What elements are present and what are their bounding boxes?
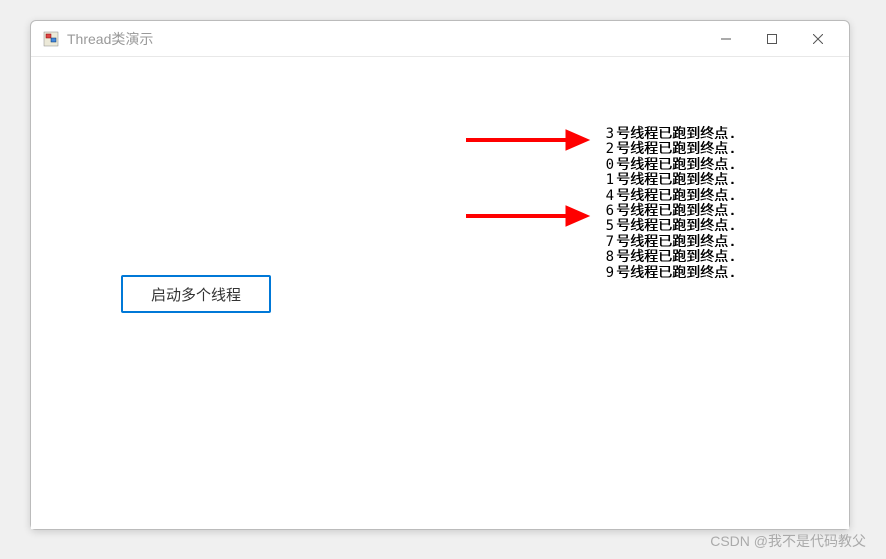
thread-text: 号线程已跑到终点. <box>616 189 736 204</box>
thread-text: 号线程已跑到终点. <box>616 142 736 157</box>
thread-text: 号线程已跑到终点. <box>616 250 736 265</box>
app-icon <box>43 31 59 47</box>
thread-output: 3号线程已跑到终点. 2号线程已跑到终点. 0号线程已跑到终点. 1号线程已跑到… <box>596 127 736 281</box>
app-window: Thread类演示 启动多个线程 3号线程已跑到终点. 2号线程已跑到终点. 0… <box>30 20 850 530</box>
thread-text: 号线程已跑到终点. <box>616 219 736 234</box>
thread-line: 8号线程已跑到终点. <box>596 250 736 265</box>
watermark: CSDN @我不是代码教父 <box>710 531 866 551</box>
thread-num: 9 <box>596 266 614 281</box>
thread-line: 6号线程已跑到终点. <box>596 204 736 219</box>
thread-line: 5号线程已跑到终点. <box>596 219 736 234</box>
thread-line: 4号线程已跑到终点. <box>596 189 736 204</box>
start-threads-button[interactable]: 启动多个线程 <box>121 275 271 313</box>
thread-line: 7号线程已跑到终点. <box>596 235 736 250</box>
titlebar: Thread类演示 <box>31 21 849 57</box>
thread-num: 1 <box>596 173 614 188</box>
thread-text: 号线程已跑到终点. <box>616 235 736 250</box>
maximize-button[interactable] <box>749 23 795 55</box>
thread-text: 号线程已跑到终点. <box>616 266 736 281</box>
window-controls <box>703 23 841 55</box>
thread-num: 7 <box>596 235 614 250</box>
thread-num: 2 <box>596 142 614 157</box>
client-area: 启动多个线程 3号线程已跑到终点. 2号线程已跑到终点. 0号线程已跑到终点. … <box>31 57 849 529</box>
thread-line: 9号线程已跑到终点. <box>596 266 736 281</box>
thread-line: 0号线程已跑到终点. <box>596 158 736 173</box>
close-button[interactable] <box>795 23 841 55</box>
thread-num: 5 <box>596 219 614 234</box>
annotation-arrow-1 <box>461 127 591 153</box>
annotation-arrow-2 <box>461 203 591 229</box>
thread-num: 6 <box>596 204 614 219</box>
thread-text: 号线程已跑到终点. <box>616 204 736 219</box>
thread-text: 号线程已跑到终点. <box>616 127 736 142</box>
thread-text: 号线程已跑到终点. <box>616 158 736 173</box>
thread-text: 号线程已跑到终点. <box>616 173 736 188</box>
minimize-button[interactable] <box>703 23 749 55</box>
thread-line: 2号线程已跑到终点. <box>596 142 736 157</box>
thread-line: 3号线程已跑到终点. <box>596 127 736 142</box>
window-title: Thread类演示 <box>67 29 703 49</box>
thread-line: 1号线程已跑到终点. <box>596 173 736 188</box>
thread-num: 4 <box>596 189 614 204</box>
thread-num: 0 <box>596 158 614 173</box>
thread-num: 3 <box>596 127 614 142</box>
thread-num: 8 <box>596 250 614 265</box>
